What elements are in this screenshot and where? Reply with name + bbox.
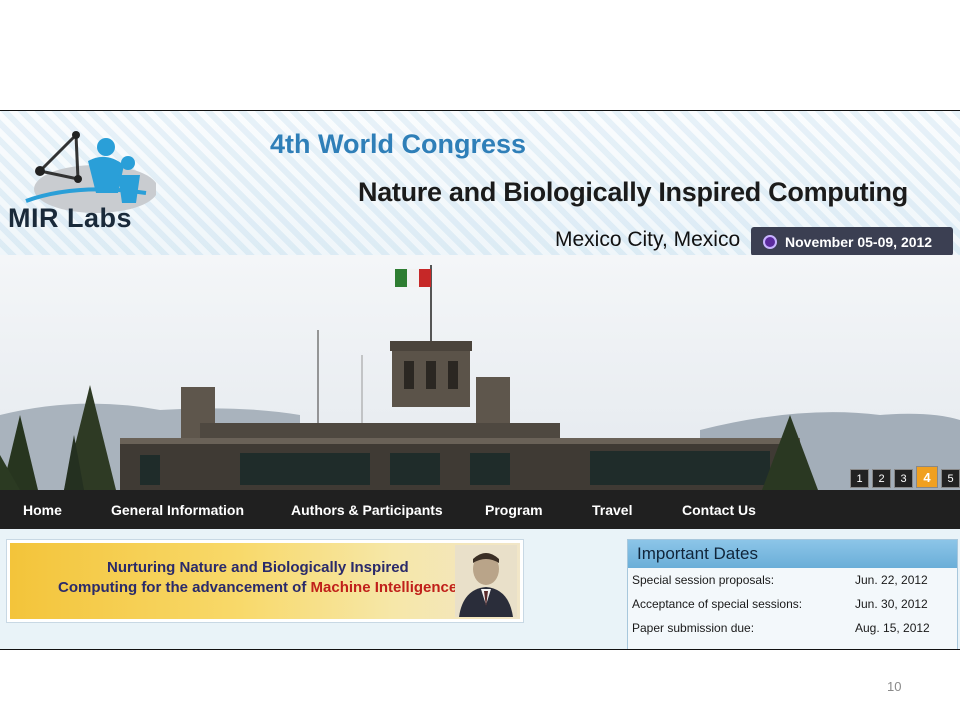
date-label: Paper submission due: — [632, 621, 755, 635]
nav-travel[interactable]: Travel — [592, 502, 632, 518]
important-dates-title: Important Dates — [628, 540, 957, 568]
promo-line-2: Computing for the advancement of Machine… — [58, 579, 457, 596]
promo-highlight: Machine Intelligence — [310, 579, 458, 596]
date-row: Acceptance of special sessions: Jun. 30,… — [628, 592, 957, 616]
conference-location: Mexico City, Mexico — [555, 228, 741, 251]
slide-page-5[interactable]: 5 — [941, 469, 960, 488]
date-value: Jun. 30, 2012 — [855, 597, 928, 611]
nav-general-information[interactable]: General Information — [111, 502, 244, 518]
conference-subtitle: Nature and Biologically Inspired Computi… — [358, 177, 908, 207]
nav-program[interactable]: Program — [485, 502, 543, 518]
header-banner: MIR Labs 4th World Congress Nature and B… — [0, 111, 960, 256]
nav-contact-us[interactable]: Contact Us — [682, 502, 756, 518]
slide-page-3[interactable]: 3 — [894, 469, 913, 488]
promo-background: Nurturing Nature and Biologically Inspir… — [10, 543, 520, 619]
main-nav: Home General Information Authors & Parti… — [0, 490, 960, 529]
portrait-image — [455, 545, 517, 617]
important-dates-panel: Important Dates Special session proposal… — [627, 539, 958, 649]
promo-banner[interactable]: Nurturing Nature and Biologically Inspir… — [6, 539, 524, 623]
nav-authors-participants[interactable]: Authors & Participants — [291, 502, 443, 518]
date-value: Aug. 15, 2012 — [855, 621, 930, 635]
calendar-dot-icon — [763, 234, 777, 249]
date-value: Jun. 22, 2012 — [855, 573, 928, 587]
promo-line-2-text: Computing for the advancement of — [58, 579, 311, 596]
logo-text: MIR Labs — [8, 203, 133, 233]
date-row: Special session proposals: Jun. 22, 2012 — [628, 568, 957, 592]
castle-photo — [0, 255, 960, 490]
slide-page-1[interactable]: 1 — [850, 469, 869, 488]
nav-home[interactable]: Home — [23, 502, 62, 518]
slide-page-4[interactable]: 4 — [916, 466, 938, 488]
conference-date: November 05-09, 2012 — [785, 233, 933, 250]
slide-page-2[interactable]: 2 — [872, 469, 891, 488]
promo-line-1: Nurturing Nature and Biologically Inspir… — [107, 559, 409, 576]
congress-title: 4th World Congress — [270, 129, 527, 159]
date-label: Special session proposals: — [632, 573, 775, 587]
website-screenshot: MIR Labs 4th World Congress Nature and B… — [0, 110, 960, 650]
slide-pager: 1 2 3 4 5 — [850, 466, 960, 488]
date-badge: November 05-09, 2012 — [751, 227, 953, 256]
date-row: Paper submission due: Aug. 15, 2012 — [628, 616, 957, 640]
slide-page-number: 10 — [887, 679, 902, 694]
date-label: Acceptance of special sessions: — [632, 597, 803, 611]
